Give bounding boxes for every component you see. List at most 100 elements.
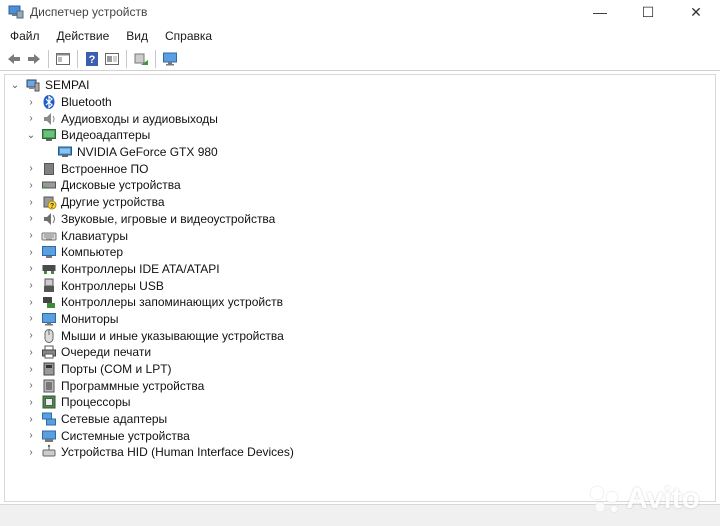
- tree-category-label: Контроллеры USB: [61, 278, 164, 293]
- tree-device-label: NVIDIA GeForce GTX 980: [77, 145, 218, 160]
- chevron-right-icon[interactable]: ›: [25, 330, 37, 342]
- chevron-right-icon[interactable]: ›: [25, 296, 37, 308]
- tree-category[interactable]: › Встроенное ПО: [5, 160, 715, 177]
- toolbar-divider: [77, 49, 78, 68]
- chevron-right-icon[interactable]: ›: [25, 280, 37, 292]
- tree-category[interactable]: › Мыши и иные указывающие устройства: [5, 327, 715, 344]
- chevron-down-icon[interactable]: ⌄: [9, 79, 21, 91]
- toolbar-divider: [155, 49, 156, 68]
- tree-category[interactable]: › Контроллеры запоминающих устройств: [5, 294, 715, 311]
- tree-category[interactable]: ⌄ Видеоадаптеры: [5, 127, 715, 144]
- bluetooth-icon: [41, 94, 57, 110]
- chevron-right-icon[interactable]: ›: [25, 113, 37, 125]
- chevron-right-icon[interactable]: ›: [25, 213, 37, 225]
- tree-category-label: Мониторы: [61, 311, 119, 326]
- chevron-right-icon[interactable]: ›: [25, 446, 37, 458]
- tree-category[interactable]: › Системные устройства: [5, 427, 715, 444]
- tree-category-label: Сетевые адаптеры: [61, 412, 168, 427]
- toolbar: ?: [0, 47, 720, 71]
- avito-watermark: Avito: [588, 482, 700, 516]
- chevron-right-icon[interactable]: ›: [25, 396, 37, 408]
- tree-category-label: Порты (COM и LPT): [61, 362, 172, 377]
- title-bar: Диспетчер устройств — ☐ ✕: [0, 0, 720, 24]
- close-button[interactable]: ✕: [672, 0, 720, 24]
- tree-category-label: Видеоадаптеры: [61, 128, 151, 143]
- tree-category[interactable]: › Очереди печати: [5, 344, 715, 361]
- tree-category[interactable]: › Дисковые устройства: [5, 177, 715, 194]
- tree-category[interactable]: › Компьютер: [5, 244, 715, 261]
- tree-category[interactable]: › Мониторы: [5, 311, 715, 328]
- tree-category[interactable]: › Клавиатуры: [5, 227, 715, 244]
- printer-icon: [41, 344, 57, 360]
- menu-help[interactable]: Справка: [155, 29, 219, 43]
- tree-category[interactable]: ›? Другие устройства: [5, 194, 715, 211]
- tree-category-label: Мыши и иные указывающие устройства: [61, 328, 284, 343]
- chevron-down-icon[interactable]: ⌄: [25, 129, 37, 141]
- chevron-right-icon[interactable]: ›: [25, 430, 37, 442]
- chevron-right-icon[interactable]: ›: [25, 380, 37, 392]
- software-device-icon: [41, 378, 57, 394]
- status-bar: Avito: [0, 482, 720, 526]
- show-hidden-icon[interactable]: [102, 49, 122, 69]
- tree-category-label: Встроенное ПО: [61, 161, 149, 176]
- computer-icon: [25, 77, 41, 93]
- monitor-icon[interactable]: [160, 49, 180, 69]
- watermark-text: Avito: [626, 482, 700, 515]
- tree-category-label: Компьютер: [61, 245, 124, 260]
- properties-icon[interactable]: [53, 49, 73, 69]
- tree-category-label: Устройства HID (Human Interface Devices): [61, 445, 294, 460]
- tree-category[interactable]: › Устройства HID (Human Interface Devices…: [5, 444, 715, 461]
- category-list: › Bluetooth › Аудиовходы и аудиовыходы ⌄ Виде…: [5, 94, 715, 461]
- unknown-device-icon: ?: [41, 194, 57, 210]
- tree-category-label: Дисковые устройства: [61, 178, 181, 193]
- tree-category[interactable]: › Bluetooth: [5, 94, 715, 111]
- back-icon[interactable]: [4, 49, 24, 69]
- chevron-right-icon[interactable]: ›: [25, 163, 37, 175]
- usb-icon: [41, 278, 57, 294]
- toolbar-divider: [126, 49, 127, 68]
- gpu-icon: [57, 144, 73, 160]
- tree-category[interactable]: › Звуковые, игровые и видеоустройства: [5, 211, 715, 228]
- tree-category[interactable]: › Порты (COM и LPT): [5, 361, 715, 378]
- chevron-right-icon[interactable]: ›: [25, 96, 37, 108]
- chevron-right-icon[interactable]: ›: [25, 246, 37, 258]
- tree-root[interactable]: ⌄ SEMPAI: [5, 77, 715, 94]
- sound-icon: [41, 211, 57, 227]
- tree-category[interactable]: › Сетевые адаптеры: [5, 411, 715, 428]
- chevron-right-icon[interactable]: ›: [25, 230, 37, 242]
- mouse-icon: [41, 328, 57, 344]
- chevron-right-icon[interactable]: ›: [25, 363, 37, 375]
- tree-category[interactable]: › Аудиовходы и аудиовыходы: [5, 110, 715, 127]
- tree-category-label: Звуковые, игровые и видеоустройства: [61, 211, 276, 226]
- forward-icon[interactable]: [24, 49, 44, 69]
- monitor-icon: [41, 311, 57, 327]
- menu-file[interactable]: Файл: [0, 29, 47, 43]
- chevron-right-icon[interactable]: ›: [25, 179, 37, 191]
- toolbar-divider: [48, 49, 49, 68]
- tree-category-label: Контроллеры запоминающих устройств: [61, 295, 283, 310]
- tree-category[interactable]: › Контроллеры USB: [5, 277, 715, 294]
- chevron-right-icon[interactable]: ›: [25, 346, 37, 358]
- tree-category-label: Bluetooth: [61, 95, 112, 110]
- network-adapter-icon: [41, 411, 57, 427]
- scan-hardware-icon[interactable]: [131, 49, 151, 69]
- chevron-right-icon[interactable]: ›: [25, 263, 37, 275]
- speaker-icon: [41, 111, 57, 127]
- minimize-button[interactable]: —: [576, 0, 624, 24]
- computer-icon: [41, 244, 57, 260]
- help-icon[interactable]: ?: [82, 49, 102, 69]
- menu-action[interactable]: Действие: [47, 29, 117, 43]
- system-device-icon: [41, 428, 57, 444]
- maximize-button[interactable]: ☐: [624, 0, 672, 24]
- tree-category-label: Очереди печати: [61, 345, 152, 360]
- tree-device[interactable]: NVIDIA GeForce GTX 980: [5, 144, 715, 161]
- chevron-right-icon[interactable]: ›: [25, 313, 37, 325]
- tree-category-label: Программные устройства: [61, 378, 205, 393]
- tree-category[interactable]: › Процессоры: [5, 394, 715, 411]
- chevron-right-icon[interactable]: ›: [25, 196, 37, 208]
- chevron-right-icon[interactable]: ›: [25, 413, 37, 425]
- keyboard-icon: [41, 228, 57, 244]
- tree-category[interactable]: › Программные устройства: [5, 377, 715, 394]
- menu-view[interactable]: Вид: [116, 29, 155, 43]
- tree-category[interactable]: › Контроллеры IDE ATA/ATAPI: [5, 261, 715, 278]
